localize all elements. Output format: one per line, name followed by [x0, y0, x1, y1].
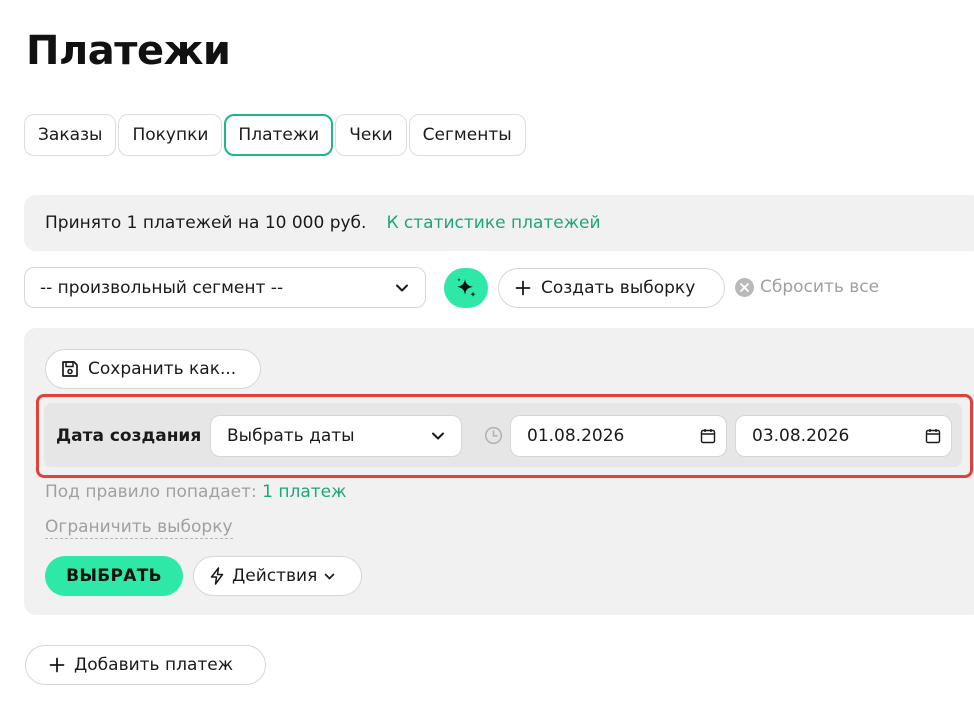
reset-all-button[interactable]: Сбросить все	[735, 277, 879, 297]
date-mode-value: Выбрать даты	[227, 426, 355, 446]
tab-payments[interactable]: Платежи	[224, 114, 334, 156]
payments-summary-text: Принято 1 платежей на 10 000 руб.	[45, 213, 367, 233]
date-to-input[interactable]: 03.08.2026	[735, 415, 952, 457]
calendar-icon[interactable]	[925, 428, 941, 444]
chevron-down-icon	[325, 573, 335, 579]
actions-dropdown-button[interactable]: Действия	[193, 556, 362, 596]
magic-button[interactable]	[444, 268, 488, 308]
rule-label: Дата создания	[56, 426, 202, 446]
tab-purchases[interactable]: Покупки	[118, 114, 223, 156]
chevron-down-icon	[396, 284, 408, 291]
floppy-disk-icon	[62, 361, 78, 377]
create-selection-button[interactable]: Создать выборку	[498, 268, 725, 308]
close-circle-icon	[735, 277, 754, 297]
plus-icon	[515, 280, 531, 296]
add-payment-label: Добавить платеж	[74, 655, 234, 675]
segment-select[interactable]: -- произвольный сегмент --	[24, 267, 426, 308]
create-selection-label: Создать выборку	[541, 278, 696, 298]
tab-orders[interactable]: Заказы	[24, 114, 117, 156]
rule-match-info: Под правило попадает: 1 платеж	[45, 482, 346, 502]
page-title: Платежи	[26, 28, 231, 74]
lightning-icon	[210, 567, 224, 585]
date-mode-select[interactable]: Выбрать даты	[210, 415, 462, 457]
rule-match-count-link[interactable]: 1 платеж	[262, 482, 346, 502]
payments-page: Платежи Заказы Покупки Платежи Чеки Сегм…	[0, 0, 974, 701]
clock-icon	[484, 426, 503, 445]
sparkles-icon	[457, 278, 476, 297]
date-from-input[interactable]: 01.08.2026	[510, 415, 727, 457]
select-button[interactable]: ВЫБРАТЬ	[45, 556, 183, 596]
reset-all-label: Сбросить все	[760, 277, 880, 297]
save-as-label: Сохранить как...	[88, 359, 237, 379]
payment-stats-link[interactable]: К статистике платежей	[386, 213, 600, 233]
date-to-value: 03.08.2026	[752, 426, 850, 446]
plus-icon	[49, 657, 65, 673]
calendar-icon[interactable]	[700, 428, 716, 444]
section-tabs: Заказы Покупки Платежи Чеки Сегменты	[24, 114, 526, 156]
rule-match-prefix: Под правило попадает:	[45, 482, 257, 502]
segment-select-value: -- произвольный сегмент --	[40, 277, 284, 298]
save-as-button[interactable]: Сохранить как...	[45, 349, 261, 389]
actions-label: Действия	[232, 566, 318, 586]
limit-selection-link[interactable]: Ограничить выборку	[45, 517, 233, 539]
chevron-down-icon	[432, 432, 444, 440]
tab-segments[interactable]: Сегменты	[408, 114, 526, 156]
date-from-value: 01.08.2026	[527, 426, 625, 446]
add-payment-button[interactable]: Добавить платеж	[25, 645, 266, 685]
payments-summary-bar: Принято 1 платежей на 10 000 руб. К стат…	[24, 195, 974, 251]
tab-receipts[interactable]: Чеки	[335, 114, 407, 156]
